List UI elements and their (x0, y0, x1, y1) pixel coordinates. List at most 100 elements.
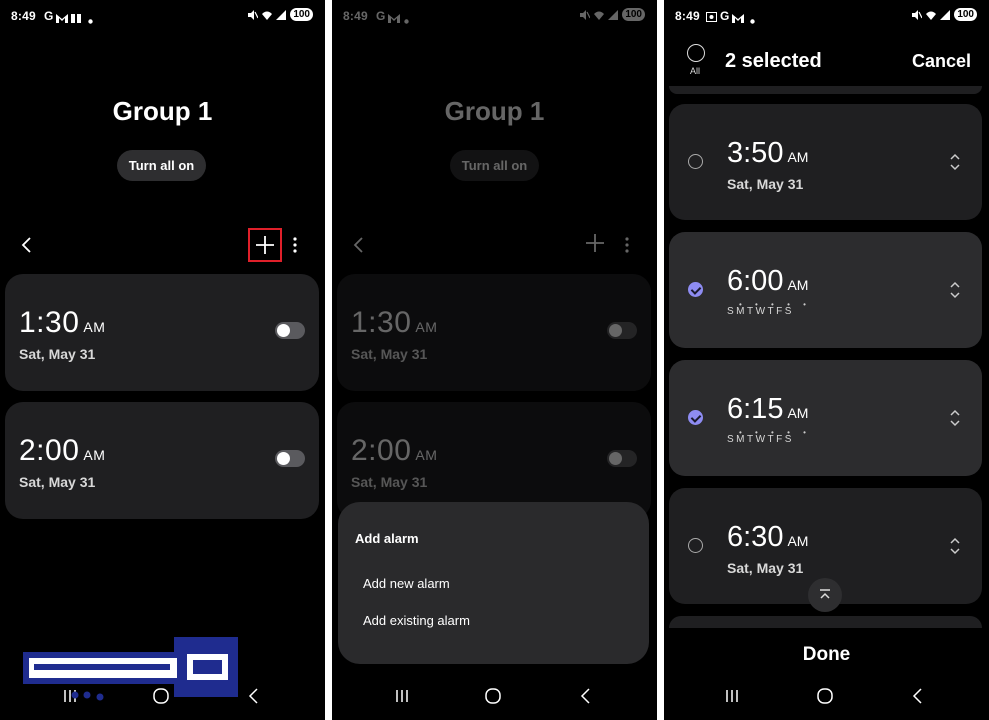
screenshot-icon (706, 11, 717, 25)
alarm-hour: 6:15 (727, 393, 784, 425)
mute-icon (912, 9, 923, 20)
group-title: Group 1 (112, 96, 213, 126)
dot-icon (750, 13, 755, 27)
status-app-icons: G (44, 9, 54, 23)
alarm-hour: 3:50 (727, 137, 784, 169)
gmail-icon (732, 12, 744, 26)
alarm-hour: 6:00 (727, 265, 784, 297)
alarm-toggle[interactable] (607, 450, 637, 467)
screenshot-triptych: 8:49 G 100 Group 1 Turn all on 1:30 AM Sa… (0, 0, 989, 720)
group-screen: 8:49 G 100 Group 1 Turn all on 1:30 AM Sa… (0, 0, 325, 720)
alarm-toggle[interactable] (607, 322, 637, 339)
alarm-hour: 1:30 (19, 306, 80, 339)
alarm-ampm: AM (415, 319, 438, 335)
repeat-days: SMTWTFS (727, 434, 794, 445)
back-icon[interactable] (576, 686, 596, 706)
status-app-icons: G (376, 9, 386, 23)
alarm-select-card[interactable]: 6:00 AM • • • • • SMTWTFS (669, 232, 982, 348)
alarm-ampm: AM (787, 405, 809, 421)
back-arrow-icon[interactable] (350, 236, 368, 254)
alarm-time: 1:30 AM (351, 306, 437, 340)
battery-icon: 100 (954, 8, 977, 21)
alarm-card[interactable]: 1:30 AM Sat, May 31 (5, 274, 319, 391)
alarm-time: 3:50 AM (727, 137, 808, 170)
select-radio-checked[interactable] (688, 282, 703, 297)
alarm-date: Sat, May 31 (727, 176, 804, 192)
battery-icon: 100 (622, 8, 645, 21)
back-arrow-icon[interactable] (18, 236, 36, 254)
select-radio[interactable] (688, 538, 703, 553)
add-new-alarm-option[interactable]: Add new alarm (363, 576, 450, 591)
back-icon[interactable] (908, 686, 928, 706)
alarm-hour: 6:30 (727, 521, 784, 553)
battery-icon: 100 (290, 8, 313, 21)
more-options-icon[interactable] (286, 236, 304, 254)
alarm-hour: 2:00 (19, 434, 80, 467)
alarm-select-card[interactable]: 3:50 AM Sat, May 31 (669, 104, 982, 220)
alarm-hour: 2:00 (351, 434, 412, 467)
status-bar: 8:49 G 100 (664, 8, 989, 24)
alarm-ampm: AM (83, 447, 106, 463)
wifi-icon (926, 11, 937, 20)
recents-icon[interactable] (722, 686, 742, 706)
select-radio-checked[interactable] (688, 410, 703, 425)
turn-all-on-button[interactable]: Turn all on (117, 150, 206, 181)
reorder-handle-icon[interactable] (948, 280, 962, 300)
google-icon: G (720, 9, 730, 23)
status-bar: 8:49 G 100 (0, 8, 325, 24)
alarm-toggle[interactable] (275, 322, 305, 339)
gmail-icon (388, 12, 400, 26)
navigation-bar (332, 686, 657, 710)
select-all-checkbox[interactable] (687, 44, 705, 62)
dot-icon (88, 13, 93, 27)
select-all-label: All (690, 66, 701, 76)
alarm-time: 6:30 AM (727, 521, 808, 554)
signal-icon (276, 9, 287, 20)
alarm-select-card[interactable]: 6:15 AM • • • • • SMTWTFS (669, 360, 982, 476)
select-alarms-screen: 8:49 G 100 All 2 selected Cancel 3:50 AM … (664, 0, 989, 720)
alarm-date: Sat, May 31 (351, 346, 428, 362)
select-radio[interactable] (688, 154, 703, 169)
wifi-icon (262, 11, 273, 20)
mute-icon (580, 9, 591, 20)
selected-count: 2 selected (725, 50, 822, 72)
gmail-icon (56, 12, 68, 26)
alarm-card[interactable]: 1:30 AM Sat, May 31 (337, 274, 651, 391)
back-icon[interactable] (244, 686, 264, 706)
done-button[interactable]: Done (664, 644, 989, 666)
dot-icon (404, 13, 409, 27)
alarm-date: Sat, May 31 (19, 474, 96, 490)
signal-icon (608, 9, 619, 20)
reorder-handle-icon[interactable] (948, 408, 962, 428)
alarm-ampm: AM (83, 319, 106, 335)
home-icon[interactable] (815, 686, 835, 706)
sheet-title: Add alarm (355, 531, 419, 546)
turn-all-on-button[interactable]: Turn all on (450, 150, 539, 181)
add-alarm-sheet: Add alarm Add new alarm Add existing ala… (338, 502, 649, 664)
scroll-to-top-button[interactable] (808, 578, 842, 612)
recents-icon[interactable] (392, 686, 412, 706)
scroll-to-top-icon (820, 589, 830, 599)
alarm-ampm: AM (787, 533, 809, 549)
alarm-time: 6:00 AM (727, 265, 808, 298)
navigation-bar (664, 686, 989, 710)
add-alarm-button[interactable] (248, 228, 282, 262)
status-bar: 8:49 G 100 (332, 8, 657, 24)
add-alarm-screen: 8:49 G 100 Group 1 Turn all on 1:30 AM Sa… (332, 0, 657, 720)
mute-icon (248, 9, 259, 20)
alarm-card[interactable]: 2:00 AM Sat, May 31 (5, 402, 319, 519)
alarm-ampm: AM (787, 277, 809, 293)
plus-icon (256, 236, 274, 254)
notification-icon (71, 12, 81, 26)
alarm-date: Sat, May 31 (351, 474, 428, 490)
more-options-icon[interactable] (618, 236, 636, 254)
home-icon[interactable] (483, 686, 503, 706)
add-alarm-button[interactable] (580, 228, 614, 262)
add-existing-alarm-option[interactable]: Add existing alarm (363, 613, 470, 628)
cancel-button[interactable]: Cancel (912, 51, 971, 72)
reorder-handle-icon[interactable] (948, 536, 962, 556)
reorder-handle-icon[interactable] (948, 152, 962, 172)
card-edge (669, 616, 982, 628)
alarm-toggle[interactable] (275, 450, 305, 467)
status-time: 8:49 (343, 9, 368, 23)
